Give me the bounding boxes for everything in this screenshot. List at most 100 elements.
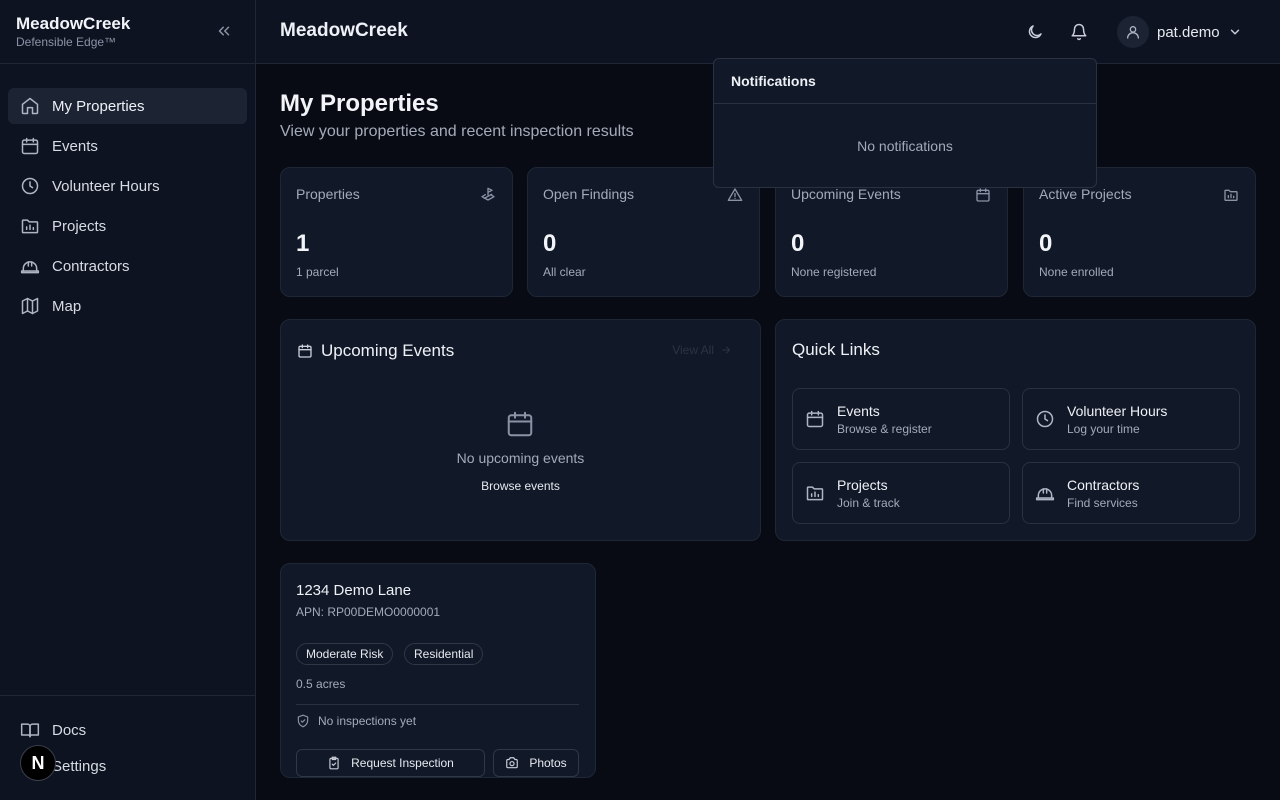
calendar-icon <box>805 409 825 429</box>
brand-subtitle: Defensible Edge™ <box>16 35 117 49</box>
sidebar-item-projects[interactable]: Projects <box>8 208 247 244</box>
stat-value: 0 <box>791 230 805 257</box>
quick-link-contractors[interactable]: Contractors Find services <box>1022 462 1240 524</box>
request-inspection-button[interactable]: Request Inspection <box>296 749 485 777</box>
stat-value: 0 <box>543 230 557 257</box>
stat-value: 1 <box>296 230 310 257</box>
notifications-dropdown: Notifications No notifications <box>713 58 1097 188</box>
user-name: pat.demo <box>1157 23 1220 41</box>
sidebar-item-label: Settings <box>52 757 107 775</box>
topbar-title: MeadowCreek <box>280 20 408 41</box>
page-title: My Properties <box>280 90 439 117</box>
land-plot-icon <box>480 187 496 203</box>
sidebar-item-my-properties[interactable]: My Properties <box>8 88 247 124</box>
calendar-icon <box>297 343 313 359</box>
stat-note: All clear <box>543 265 586 279</box>
quick-link-subtitle: Find services <box>1067 496 1138 510</box>
sidebar-item-contractors[interactable]: Contractors <box>8 248 247 284</box>
camera-icon <box>505 756 519 770</box>
button-label: Request Inspection <box>351 756 454 770</box>
bell-icon[interactable] <box>1070 23 1088 41</box>
property-acres: 0.5 acres <box>296 677 346 691</box>
property-apn: APN: RP00DEMO0000001 <box>296 605 441 619</box>
sidebar-nav: My Properties Events Volunteer Hours Pro… <box>0 64 255 324</box>
brand-title: MeadowCreek <box>16 14 131 33</box>
notifications-empty: No notifications <box>857 138 953 154</box>
panel-title: Quick Links <box>792 340 880 359</box>
stat-label: Open Findings <box>543 186 635 202</box>
arrow-right-icon <box>720 344 732 356</box>
calendar-icon <box>975 187 991 203</box>
quick-link-subtitle: Join & track <box>837 496 900 510</box>
book-icon <box>20 720 40 740</box>
stat-label: Active Projects <box>1039 186 1132 202</box>
upcoming-events-panel: Upcoming Events View All No upcoming eve… <box>280 319 761 541</box>
clock-icon <box>20 176 40 196</box>
sidebar-item-label: Docs <box>52 721 87 739</box>
stat-note: None registered <box>791 265 877 279</box>
chevron-down-icon <box>1228 25 1242 39</box>
stat-value: 0 <box>1039 230 1053 257</box>
notifications-title: Notifications <box>731 73 816 89</box>
divider <box>714 103 1096 104</box>
quick-link-events[interactable]: Events Browse & register <box>792 388 1010 450</box>
sidebar-item-label: Events <box>52 137 98 155</box>
stat-note: None enrolled <box>1039 265 1114 279</box>
sidebar-item-events[interactable]: Events <box>8 128 247 164</box>
sidebar-item-label: Projects <box>52 217 107 235</box>
sidebar-item-docs[interactable]: Docs <box>8 712 247 748</box>
sidebar-item-label: Volunteer Hours <box>52 177 160 195</box>
folder-chart-icon <box>805 483 825 503</box>
clock-icon <box>1035 409 1055 429</box>
button-label: Photos <box>529 756 567 770</box>
panel-title: Upcoming Events <box>321 341 455 360</box>
property-card[interactable]: 1234 Demo Lane APN: RP00DEMO0000001 Mode… <box>280 563 596 778</box>
property-name: 1234 Demo Lane <box>296 582 412 599</box>
view-all-label: View All <box>672 343 714 357</box>
folder-chart-icon <box>1223 187 1239 203</box>
hard-hat-icon <box>20 256 40 276</box>
inspection-status: No inspections yet <box>296 714 416 728</box>
risk-badge: Moderate Risk <box>296 643 394 665</box>
sidebar-item-label: Map <box>52 297 82 315</box>
calendar-icon <box>20 136 40 156</box>
calendar-icon <box>505 409 535 439</box>
sidebar-item-map[interactable]: Map <box>8 288 247 324</box>
stat-note: 1 parcel <box>296 265 339 279</box>
quick-links-panel: Quick Links Events Browse & register Vol… <box>775 319 1256 541</box>
browse-events-link[interactable]: Browse events <box>281 479 760 493</box>
home-icon <box>20 96 40 116</box>
quick-link-projects[interactable]: Projects Join & track <box>792 462 1010 524</box>
shield-check-icon <box>296 714 310 728</box>
brand: MeadowCreek Defensible Edge™ <box>0 0 255 64</box>
user-avatar-icon <box>1117 16 1149 48</box>
hard-hat-icon <box>1035 483 1055 503</box>
user-menu[interactable]: pat.demo <box>1117 16 1242 48</box>
map-icon <box>20 296 40 316</box>
divider <box>296 704 579 705</box>
empty-state-text: No upcoming events <box>456 450 585 466</box>
page-subtitle: View your properties and recent inspecti… <box>280 123 634 140</box>
sidebar-item-label: My Properties <box>52 97 145 115</box>
quick-link-title: Contractors <box>1067 477 1140 493</box>
view-all-link[interactable]: View All <box>672 343 732 357</box>
quick-link-title: Events <box>837 403 880 419</box>
sidebar-item-volunteer-hours[interactable]: Volunteer Hours <box>8 168 247 204</box>
clipboard-check-icon <box>327 756 341 770</box>
collapse-sidebar-icon[interactable] <box>215 22 233 40</box>
type-badge: Residential <box>404 643 484 665</box>
quick-link-subtitle: Log your time <box>1067 422 1140 436</box>
sidebar-item-label: Contractors <box>52 257 130 275</box>
next-dev-badge[interactable]: N <box>20 745 56 781</box>
photos-button[interactable]: Photos <box>493 749 579 777</box>
quick-link-title: Volunteer Hours <box>1067 403 1168 419</box>
stat-label: Upcoming Events <box>791 186 901 202</box>
inspection-status-text: No inspections yet <box>318 714 417 728</box>
app-root: MeadowCreek Defensible Edge™ My Properti… <box>0 0 1280 800</box>
moon-icon[interactable] <box>1026 23 1044 41</box>
folder-chart-icon <box>20 216 40 236</box>
quick-link-volunteer-hours[interactable]: Volunteer Hours Log your time <box>1022 388 1240 450</box>
stat-card-properties: Properties 1 1 parcel <box>280 167 513 297</box>
topbar: MeadowCreek pat.demo <box>256 0 1280 64</box>
warning-icon <box>727 187 743 203</box>
